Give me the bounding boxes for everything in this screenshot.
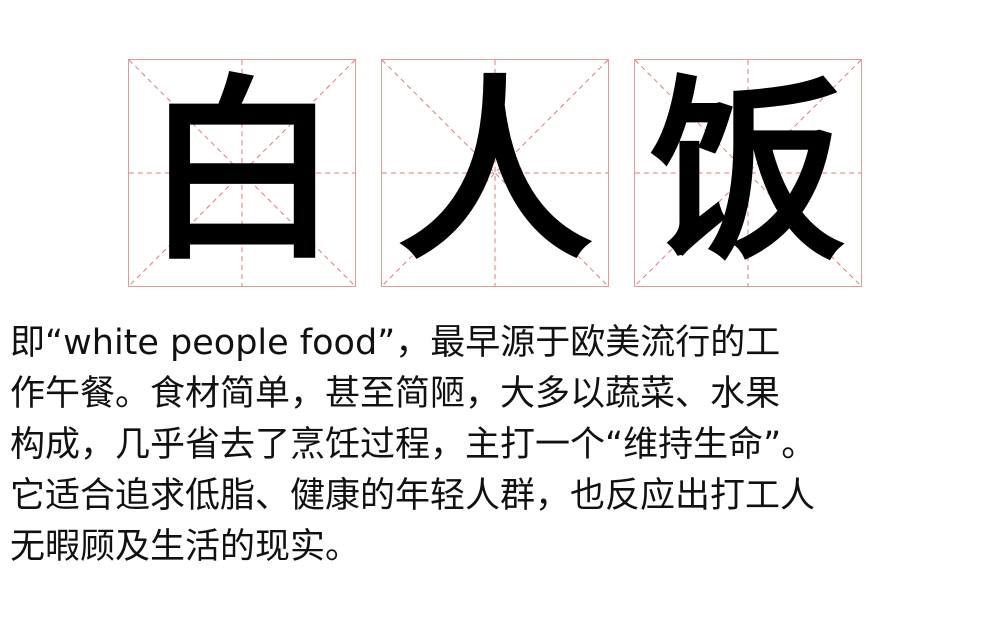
description-paragraph: 即“white people food”，最早源于欧美流行的工 作午餐。食材简单… [10, 318, 1000, 573]
page: 白 人 饭 即“white people food”，最早源于欧美流行的工 作午… [0, 0, 1000, 636]
paragraph-line-3: 构成，几乎省去了烹饪过程，主打一个“维持生命”。 [10, 425, 817, 465]
paragraph-line-5: 无暇顾及生活的现实。 [10, 527, 361, 567]
paragraph-line-2: 作午餐。食材简单，甚至简陋，大多以蔬菜、水果 [10, 374, 781, 414]
title-char-1: 白 [143, 59, 340, 287]
character-grid-1: 白 [128, 59, 356, 287]
paragraph-line-4: 它适合追求低脂、健康的年轻人群，也反应出打工人 [10, 476, 816, 516]
title-char-3: 饭 [649, 59, 846, 287]
paragraph-line-1: 即“white people food”，最早源于欧美流行的工 [10, 323, 781, 363]
title-char-2: 人 [396, 59, 593, 287]
character-grid-2: 人 [381, 59, 609, 287]
character-grid-3: 饭 [634, 59, 862, 287]
